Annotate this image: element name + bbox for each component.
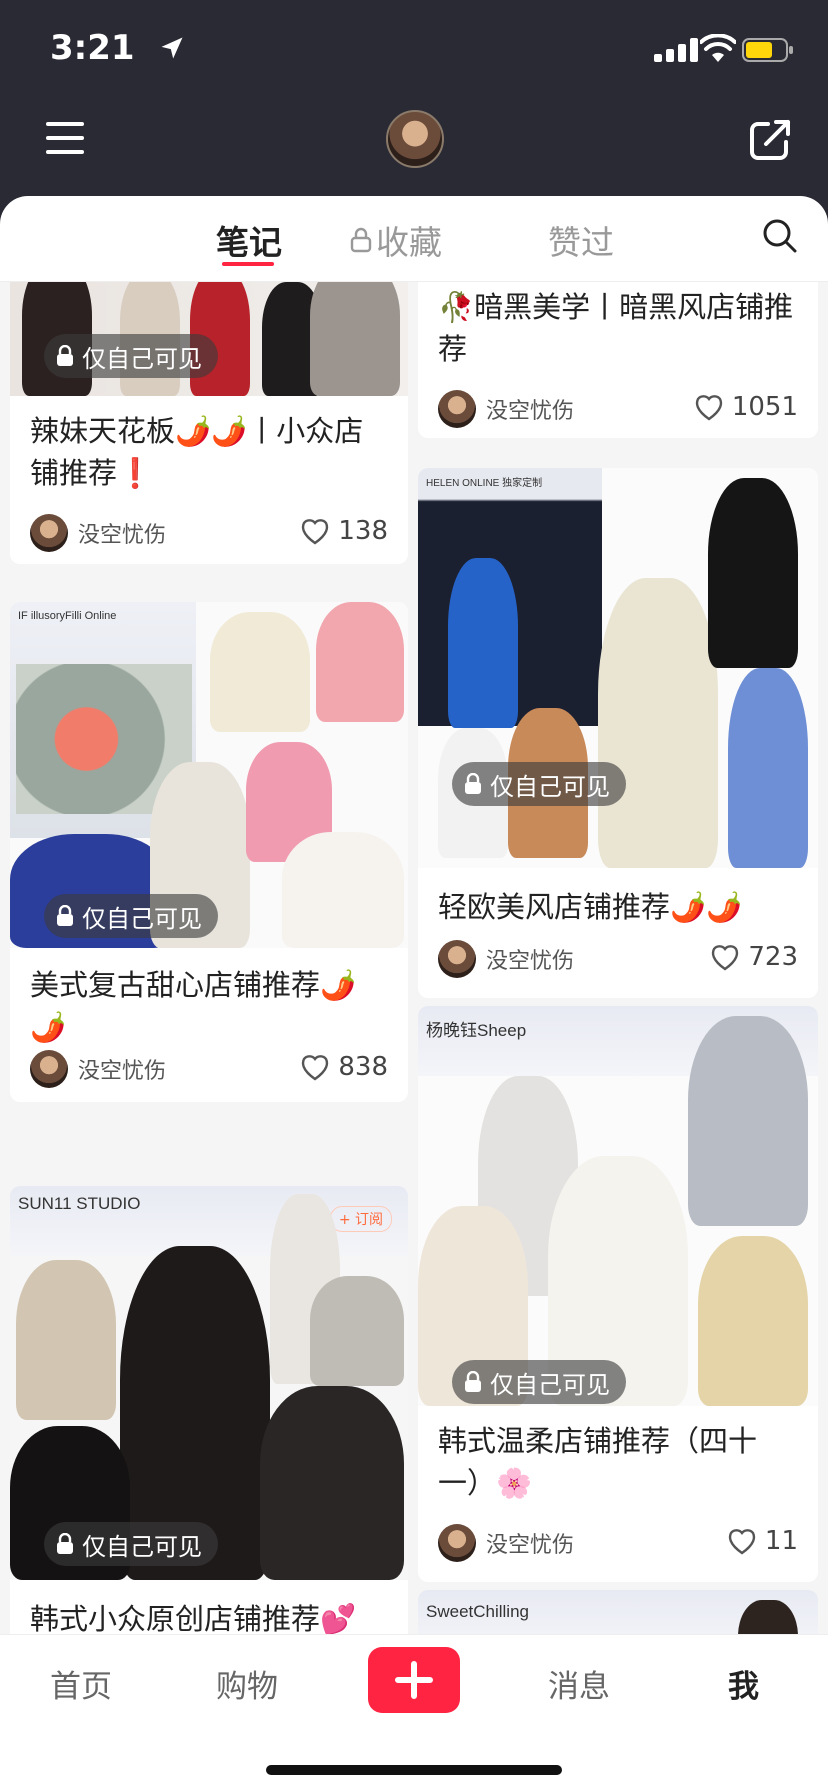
note-cover-image: 杨晚钰Sheep [418,1006,818,1406]
note-cover-image: SweetChilling [418,1590,818,1634]
like-count: 138 [338,516,388,546]
like-count: 723 [748,942,798,972]
tab-notes[interactable]: 笔记 [216,216,282,264]
active-tab-indicator [222,262,274,266]
note-card[interactable]: 杨晚钰Sheep 仅自己可见 韩式温柔店铺推荐（四十一）🌸 没空忧伤 11 [418,1006,818,1582]
note-card[interactable]: 仅自己可见 辣妹天花板🌶️🌶️丨小众店铺推荐❗ 没空忧伤 138 [10,282,408,564]
like-button[interactable]: 1051 [694,392,798,422]
author-avatar [438,390,476,428]
author-avatar [438,1524,476,1562]
subscribe-button: + 订阅 [329,1206,392,1232]
nav-home[interactable]: 首页 [50,1661,112,1706]
note-title: 韩式温柔店铺推荐（四十一）🌸 [438,1424,758,1500]
note-card[interactable]: SweetChilling [418,1590,818,1634]
shop-name: SweetChilling [426,1602,529,1621]
note-card[interactable]: IF illusoryFilli Online 仅自己可见 美式复古甜心店铺推荐… [10,602,408,1102]
private-badge-label: 仅自己可见 [82,344,202,373]
shop-name: 杨晚钰Sheep [426,1021,527,1040]
tab-liked[interactable]: 赞过 [548,216,614,264]
author-avatar [438,940,476,978]
plus-icon [395,1661,433,1699]
search-icon[interactable] [762,218,798,254]
author-name: 没空忧伤 [78,1059,167,1084]
note-author[interactable]: 没空忧伤 [438,390,574,428]
create-post-button[interactable] [368,1647,460,1713]
lock-icon [57,905,73,926]
nav-messages[interactable]: 消息 [548,1661,610,1706]
tab-favorites[interactable]: 收藏 [350,216,442,264]
lock-icon [57,345,73,366]
lock-icon [57,1533,73,1554]
status-time: 3:21 [50,28,135,68]
note-author[interactable]: 没空忧伤 [438,940,574,978]
author-name: 没空忧伤 [78,523,167,548]
lock-icon [350,227,372,253]
shop-name: HELEN ONLINE 独家定制 [426,478,543,489]
heart-icon [302,519,329,545]
note-author[interactable]: 没空忧伤 [438,1524,574,1562]
like-count: 1051 [731,392,798,422]
lock-icon [465,773,481,794]
author-name: 没空忧伤 [486,399,575,424]
note-title: 美式复古甜心店铺推荐🌶️🌶️ [30,968,357,1044]
note-card[interactable]: HELEN ONLINE 独家定制 仅自己可见 轻欧美风店铺推荐🌶️🌶️ 没空忧… [418,468,818,998]
note-title: 辣妹天花板🌶️🌶️丨小众店铺推荐❗ [30,414,364,490]
like-button[interactable]: 723 [710,942,798,972]
like-count: 838 [338,1052,388,1082]
profile-avatar[interactable] [386,110,444,168]
heart-icon [728,1529,756,1555]
private-badge-label: 仅自己可见 [490,772,610,801]
battery-icon [742,38,793,62]
private-badge: 仅自己可见 [452,762,626,806]
profile-tabs: 笔记 收藏 赞过 [0,196,828,282]
tab-favorites-label: 收藏 [376,223,442,262]
note-card[interactable]: 🥀暗黑美学丨暗黑风店铺推荐 没空忧伤 1051 [418,282,818,438]
status-bar: 3:21 [0,0,828,100]
private-badge: 仅自己可见 [44,334,218,378]
private-badge: 仅自己可见 [44,894,218,938]
heart-icon [695,395,722,421]
author-avatar [30,1050,68,1088]
like-button[interactable]: 838 [300,1052,388,1082]
like-count: 11 [764,1526,798,1556]
note-author[interactable]: 没空忧伤 [30,1050,166,1088]
location-arrow-icon [161,37,183,59]
menu-icon[interactable] [44,120,88,156]
author-name: 没空忧伤 [486,949,575,974]
note-title: 韩式小众原创店铺推荐💕 [30,1602,357,1634]
share-icon[interactable] [748,118,792,162]
like-button[interactable]: 138 [300,516,388,546]
like-button[interactable]: 11 [727,1526,798,1556]
home-indicator [266,1765,562,1775]
bottom-nav: 首页 购物 消息 我 [0,1634,828,1792]
heart-icon [302,1055,329,1081]
author-name: 没空忧伤 [486,1533,575,1558]
cellular-signal-icon [654,38,698,62]
nav-me[interactable]: 我 [728,1661,759,1706]
private-badge: 仅自己可见 [44,1522,218,1566]
shop-name: IF illusoryFilli Online [18,610,117,622]
note-title: 轻欧美风店铺推荐🌶️🌶️ [438,890,743,924]
note-author[interactable]: 没空忧伤 [30,514,166,552]
private-badge-label: 仅自己可见 [490,1370,610,1399]
lock-icon [465,1371,481,1392]
note-card[interactable]: SUN11 STUDIO + 订阅 仅自己可见 韩式小众原创店铺推荐💕 [10,1186,408,1634]
note-cover-image: HELEN ONLINE 独家定制 [418,468,818,868]
heart-icon [712,945,739,971]
note-cover-image: SUN11 STUDIO + 订阅 [10,1186,408,1580]
wifi-icon [700,34,736,62]
private-badge-label: 仅自己可见 [82,904,202,933]
notes-feed: 仅自己可见 辣妹天花板🌶️🌶️丨小众店铺推荐❗ 没空忧伤 138 IF illu… [0,282,828,1634]
shop-name: SUN11 STUDIO [18,1194,141,1213]
private-badge-label: 仅自己可见 [82,1532,202,1561]
note-title: 🥀暗黑美学丨暗黑风店铺推荐 [438,290,794,366]
private-badge: 仅自己可见 [452,1360,626,1404]
author-avatar [30,514,68,552]
nav-shopping[interactable]: 购物 [216,1661,278,1706]
